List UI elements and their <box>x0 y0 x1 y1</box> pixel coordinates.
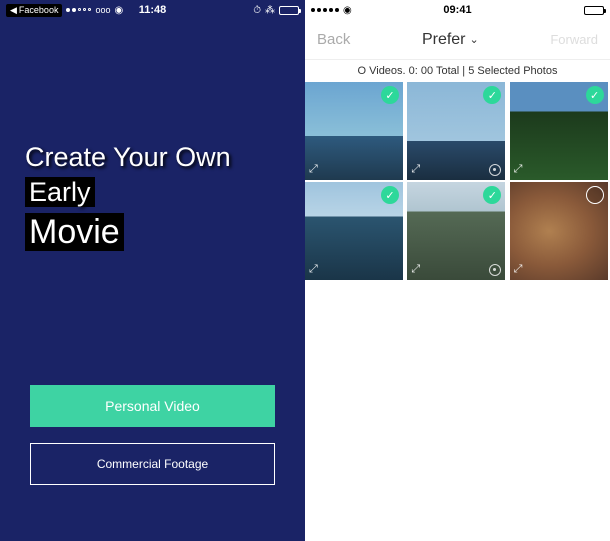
check-selected-icon[interactable]: ✓ <box>381 186 399 204</box>
commercial-footage-button[interactable]: Commercial Footage <box>30 443 275 485</box>
hero-line-1: Create Your Own <box>25 140 280 175</box>
nav-back-button[interactable]: Back <box>317 31 350 48</box>
expand-icon[interactable]: ⤢ <box>309 163 318 176</box>
photo-thumb[interactable]: ⤢ <box>510 182 608 280</box>
signal-dots <box>311 8 339 12</box>
photo-thumb[interactable]: ✓⤢ <box>407 82 505 180</box>
status-bar-left: ◀Facebook ooo ◉ 11:48 ⏱ ⁂ <box>0 0 305 20</box>
button-group: Personal Video Commercial Footage <box>30 385 275 501</box>
hero-line-3: Movie <box>25 210 120 254</box>
signal-dots <box>66 8 91 12</box>
photo-thumb[interactable]: ✓⤢ <box>407 182 505 280</box>
back-to-app[interactable]: ◀Facebook <box>6 4 62 17</box>
welcome-screen: ◀Facebook ooo ◉ 11:48 ⏱ ⁂ Create Your Ow… <box>0 0 305 541</box>
wifi-icon: ◉ <box>343 5 352 16</box>
hero-line-2: Early <box>25 175 91 210</box>
check-unselected-icon[interactable] <box>586 186 604 204</box>
wifi-icon: ◉ <box>114 5 123 16</box>
selection-info: O Videos. 0: 00 Total | 5 Selected Photo… <box>305 60 610 82</box>
expand-icon[interactable]: ⤢ <box>411 163 420 176</box>
check-selected-icon[interactable]: ✓ <box>381 86 399 104</box>
nav-bar: Back Prefer ⌄ Forward <box>305 20 610 60</box>
photo-grid: ✓⤢✓⤢✓⤢✓⤢✓⤢⤢ <box>305 82 610 280</box>
check-selected-icon[interactable]: ✓ <box>586 86 604 104</box>
status-time: 11:48 <box>139 4 167 16</box>
bluetooth-icon: ⁂ <box>265 5 275 16</box>
expand-icon[interactable]: ⤢ <box>309 263 318 276</box>
hero-text: Create Your Own Early Movie <box>0 20 305 254</box>
alarm-icon: ⏱ <box>253 5 261 16</box>
battery-icon <box>279 6 299 15</box>
photo-thumb[interactable]: ✓⤢ <box>305 182 403 280</box>
expand-icon[interactable]: ⤢ <box>514 163 523 176</box>
battery-icon <box>584 6 604 15</box>
nav-title-dropdown[interactable]: Prefer ⌄ <box>422 31 479 49</box>
nav-forward-button[interactable]: Forward <box>550 32 598 47</box>
photo-picker-screen: ◉ 09:41 Back Prefer ⌄ Forward O Videos. … <box>305 0 610 541</box>
expand-icon[interactable]: ⤢ <box>411 263 420 276</box>
photo-thumb[interactable]: ✓⤢ <box>305 82 403 180</box>
status-bar-right: ◉ 09:41 <box>305 0 610 20</box>
chevron-down-icon: ⌄ <box>470 33 479 46</box>
status-time: 09:41 <box>443 4 471 16</box>
personal-video-button[interactable]: Personal Video <box>30 385 275 427</box>
photo-thumb[interactable]: ✓⤢ <box>510 82 608 180</box>
expand-icon[interactable]: ⤢ <box>514 263 523 276</box>
carrier-label: ooo <box>95 5 110 15</box>
